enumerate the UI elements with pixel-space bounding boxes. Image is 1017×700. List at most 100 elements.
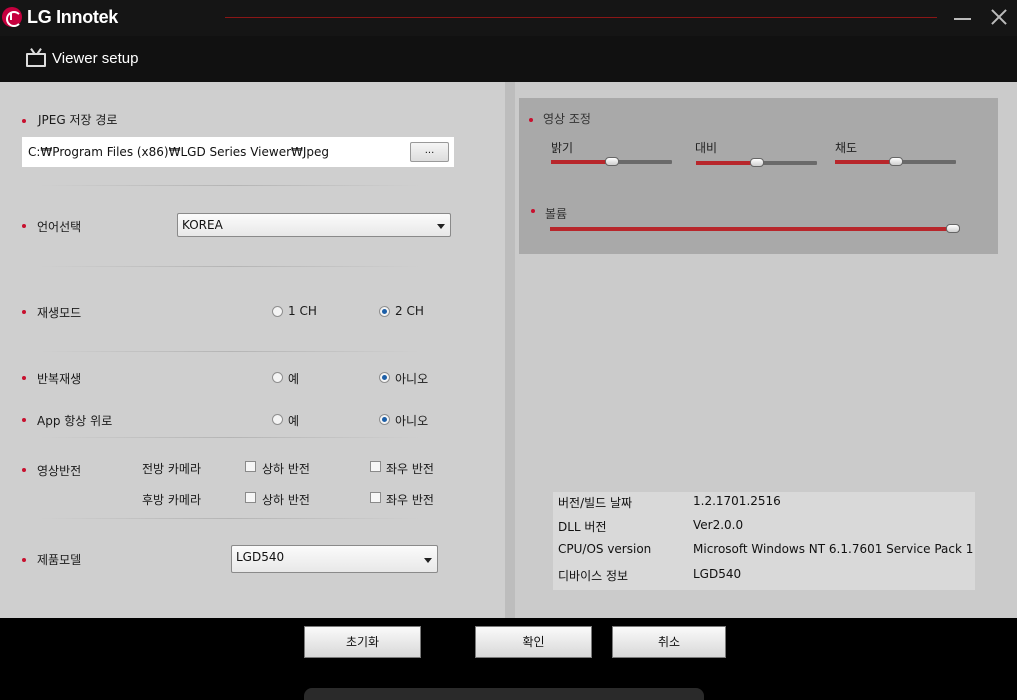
chevron-down-icon [424, 558, 432, 563]
rear-hflip-label: 좌우 반전 [386, 493, 434, 507]
divider [40, 266, 420, 267]
footer-tab-decoration [304, 688, 704, 700]
radio-repeat-no-label: 아니오 [395, 372, 429, 386]
title-bar: LG Innotek [0, 0, 1017, 36]
radio-ontop-no[interactable] [379, 414, 390, 425]
radio-repeat-yes-label: 예 [288, 372, 300, 386]
saturation-slider-thumb[interactable] [888, 157, 903, 166]
jpeg-path-value: C:₩Program Files (x86)₩LGD Series Viewer… [28, 145, 330, 159]
info-key: 버전/빌드 날짜 [558, 496, 633, 510]
image-adjust-label: 영상 조정 [543, 112, 591, 126]
jpeg-path-label: JPEG 저장 경로 [38, 113, 118, 127]
adjust-panel: 영상 조정 밝기 대비 채도 볼륨 버전/빌드 날짜 1.2.1701.2516 [505, 82, 1017, 618]
minimize-button[interactable] [952, 8, 974, 28]
bullet-icon [531, 209, 535, 213]
saturation-slider-fill [835, 160, 896, 164]
page-title: Viewer setup [52, 50, 139, 67]
bullet-icon [22, 418, 26, 422]
bullet-icon [22, 224, 26, 228]
browse-button[interactable]: ... [410, 142, 449, 162]
app-on-top-label: App 항상 위로 [37, 414, 113, 428]
playback-mode-label: 재생모드 [37, 306, 82, 320]
front-vflip-checkbox[interactable] [245, 461, 256, 472]
repeat-play-label: 반복재생 [37, 372, 82, 386]
info-key: CPU/OS version [558, 542, 652, 556]
bullet-icon [22, 119, 26, 123]
radio-repeat-no[interactable] [379, 372, 390, 383]
brightness-slider[interactable] [551, 157, 672, 166]
radio-ontop-yes-label: 예 [288, 414, 300, 428]
cancel-button[interactable]: 취소 [612, 626, 726, 658]
radio-2ch-label: 2 CH [395, 304, 424, 318]
info-row: CPU/OS version Microsoft Windows NT 6.1.… [553, 540, 975, 560]
bullet-icon [22, 376, 26, 380]
bullet-icon [22, 310, 26, 314]
info-value: LGD540 [693, 567, 742, 581]
product-model-label: 제품모델 [37, 553, 82, 567]
info-value: Microsoft Windows NT 6.1.7601 Service Pa… [693, 542, 974, 556]
rear-vflip-checkbox[interactable] [245, 492, 256, 503]
divider [40, 351, 420, 352]
radio-1ch[interactable] [272, 306, 283, 317]
radio-1ch-label: 1 CH [288, 304, 317, 318]
contrast-slider-thumb[interactable] [749, 158, 764, 167]
tv-icon [26, 48, 46, 67]
info-key: DLL 버전 [558, 520, 607, 534]
brand-logo: LG Innotek [2, 5, 118, 29]
ok-button[interactable]: 확인 [475, 626, 592, 658]
image-adjust-box: 영상 조정 밝기 대비 채도 볼륨 [519, 98, 998, 254]
front-camera-label: 전방 카메라 [142, 462, 202, 476]
saturation-label: 채도 [835, 141, 858, 155]
contrast-label: 대비 [695, 141, 718, 155]
volume-slider-thumb[interactable] [946, 224, 960, 233]
radio-2ch[interactable] [379, 306, 390, 317]
lg-logo-icon [2, 7, 22, 27]
close-button[interactable] [988, 6, 1010, 28]
volume-label: 볼륨 [545, 207, 568, 221]
product-model-select[interactable]: LGD540 [231, 545, 438, 573]
info-value: Ver2.0.0 [693, 518, 744, 532]
language-label: 언어선택 [37, 220, 82, 234]
divider [40, 518, 420, 519]
info-row: 디바이스 정보 LGD540 [553, 565, 975, 585]
radio-ontop-yes[interactable] [272, 414, 283, 425]
brand-name: LG Innotek [27, 6, 118, 27]
divider [40, 185, 420, 186]
jpeg-path-field[interactable]: C:₩Program Files (x86)₩LGD Series Viewer… [22, 137, 454, 167]
volume-slider-fill [550, 227, 953, 231]
bullet-icon [529, 118, 533, 122]
divider [40, 437, 420, 438]
language-selected: KOREA [182, 218, 223, 232]
contrast-slider-fill [696, 161, 757, 165]
product-model-selected: LGD540 [236, 550, 285, 564]
dialog-header: Viewer setup [0, 36, 1017, 82]
radio-ontop-no-label: 아니오 [395, 414, 429, 428]
reset-button[interactable]: 초기화 [304, 626, 421, 658]
info-key: 디바이스 정보 [558, 569, 629, 583]
rear-vflip-label: 상하 반전 [262, 493, 310, 507]
contrast-slider[interactable] [696, 158, 817, 167]
language-select[interactable]: KOREA [177, 213, 451, 237]
saturation-slider[interactable] [835, 157, 956, 166]
bullet-icon [22, 468, 26, 472]
info-row: DLL 버전 Ver2.0.0 [553, 516, 975, 536]
settings-panel: JPEG 저장 경로 C:₩Program Files (x86)₩LGD Se… [0, 82, 505, 618]
front-vflip-label: 상하 반전 [262, 462, 310, 476]
front-hflip-label: 좌우 반전 [386, 462, 434, 476]
device-info-table: 버전/빌드 날짜 1.2.1701.2516 DLL 버전 Ver2.0.0 C… [553, 492, 975, 590]
volume-slider[interactable] [550, 224, 960, 233]
radio-repeat-yes[interactable] [272, 372, 283, 383]
title-divider [225, 17, 937, 18]
brightness-label: 밝기 [551, 141, 574, 155]
brightness-slider-thumb[interactable] [604, 157, 619, 166]
image-flip-label: 영상반전 [37, 464, 82, 478]
chevron-down-icon [437, 224, 445, 229]
bullet-icon [22, 558, 26, 562]
rear-hflip-checkbox[interactable] [370, 492, 381, 503]
brightness-slider-fill [551, 160, 612, 164]
info-value: 1.2.1701.2516 [693, 494, 781, 508]
info-row: 버전/빌드 날짜 1.2.1701.2516 [553, 492, 975, 512]
footer-bar: 초기화 확인 취소 [0, 618, 1017, 700]
front-hflip-checkbox[interactable] [370, 461, 381, 472]
rear-camera-label: 후방 카메라 [142, 493, 202, 507]
